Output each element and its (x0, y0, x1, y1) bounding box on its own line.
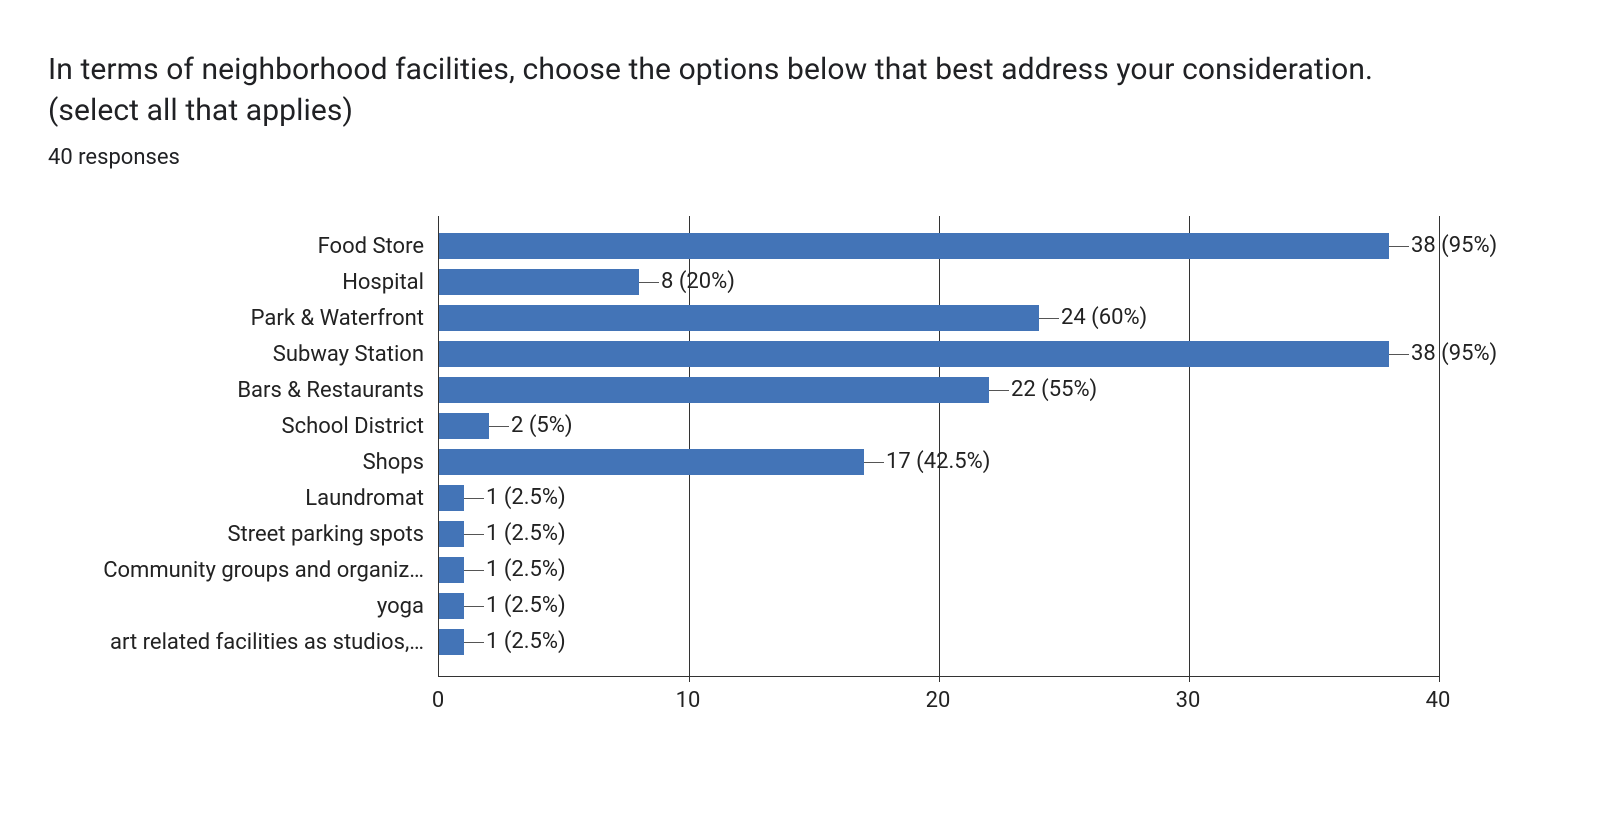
value-label: 1 (2.5%) (486, 485, 566, 510)
leader-line (464, 606, 484, 607)
bar (439, 269, 639, 295)
category-label: art related facilities as studios,… (40, 630, 432, 655)
leader-line (864, 462, 884, 463)
leader-line (464, 498, 484, 499)
category-label: Community groups and organiz… (40, 558, 432, 583)
value-label: 1 (2.5%) (486, 557, 566, 582)
value-label: 1 (2.5%) (486, 629, 566, 654)
x-axis-tick: 10 (676, 688, 701, 713)
category-label: yoga (40, 594, 432, 619)
category-label: Food Store (40, 234, 432, 259)
chart-row: Hospital8 (20%) (48, 264, 1552, 300)
chart-row: Subway Station38 (95%) (48, 336, 1552, 372)
bar (439, 413, 489, 439)
chart-row: Shops17 (42.5%) (48, 444, 1552, 480)
chart-row: yoga1 (2.5%) (48, 588, 1552, 624)
bar (439, 629, 464, 655)
response-count: 40 responses (48, 145, 1552, 170)
chart-row: Bars & Restaurants22 (55%) (48, 372, 1552, 408)
bar (439, 485, 464, 511)
category-label: Shops (40, 450, 432, 475)
bar (439, 377, 989, 403)
leader-line (464, 642, 484, 643)
bar (439, 521, 464, 547)
leader-line (989, 390, 1009, 391)
category-label: Street parking spots (40, 522, 432, 547)
chart-row: Park & Waterfront24 (60%) (48, 300, 1552, 336)
category-label: Laundromat (40, 486, 432, 511)
x-axis-tick: 0 (432, 688, 444, 713)
value-label: 1 (2.5%) (486, 593, 566, 618)
bar (439, 341, 1389, 367)
value-label: 24 (60%) (1061, 305, 1147, 330)
value-label: 2 (5%) (511, 413, 573, 438)
x-axis-tick: 30 (1176, 688, 1201, 713)
value-label: 38 (95%) (1411, 341, 1497, 366)
chart-row: Laundromat1 (2.5%) (48, 480, 1552, 516)
chart-row: art related facilities as studios,…1 (2.… (48, 624, 1552, 660)
bar-chart: 0 10 20 30 40 Food Store38 (95%)Hospital8 (20… (48, 216, 1552, 776)
chart-row: School District2 (5%) (48, 408, 1552, 444)
leader-line (639, 282, 659, 283)
chart-row: Food Store38 (95%) (48, 228, 1552, 264)
category-label: Subway Station (40, 342, 432, 367)
category-label: Bars & Restaurants (40, 378, 432, 403)
bar (439, 305, 1039, 331)
leader-line (464, 534, 484, 535)
category-label: Hospital (40, 270, 432, 295)
chart-row: Community groups and organiz…1 (2.5%) (48, 552, 1552, 588)
bar (439, 593, 464, 619)
x-axis-tick: 20 (926, 688, 951, 713)
leader-line (489, 426, 509, 427)
category-label: Park & Waterfront (40, 306, 432, 331)
x-axis-tick: 40 (1426, 688, 1451, 713)
chart-title: In terms of neighborhood facilities, cho… (48, 50, 1448, 131)
value-label: 22 (55%) (1011, 377, 1097, 402)
value-label: 17 (42.5%) (886, 449, 990, 474)
value-label: 1 (2.5%) (486, 521, 566, 546)
bar (439, 449, 864, 475)
value-label: 38 (95%) (1411, 233, 1497, 258)
bar (439, 233, 1389, 259)
chart-row: Street parking spots1 (2.5%) (48, 516, 1552, 552)
leader-line (464, 570, 484, 571)
leader-line (1389, 246, 1409, 247)
bar (439, 557, 464, 583)
leader-line (1389, 354, 1409, 355)
category-label: School District (40, 414, 432, 439)
leader-line (1039, 318, 1059, 319)
value-label: 8 (20%) (661, 269, 735, 294)
